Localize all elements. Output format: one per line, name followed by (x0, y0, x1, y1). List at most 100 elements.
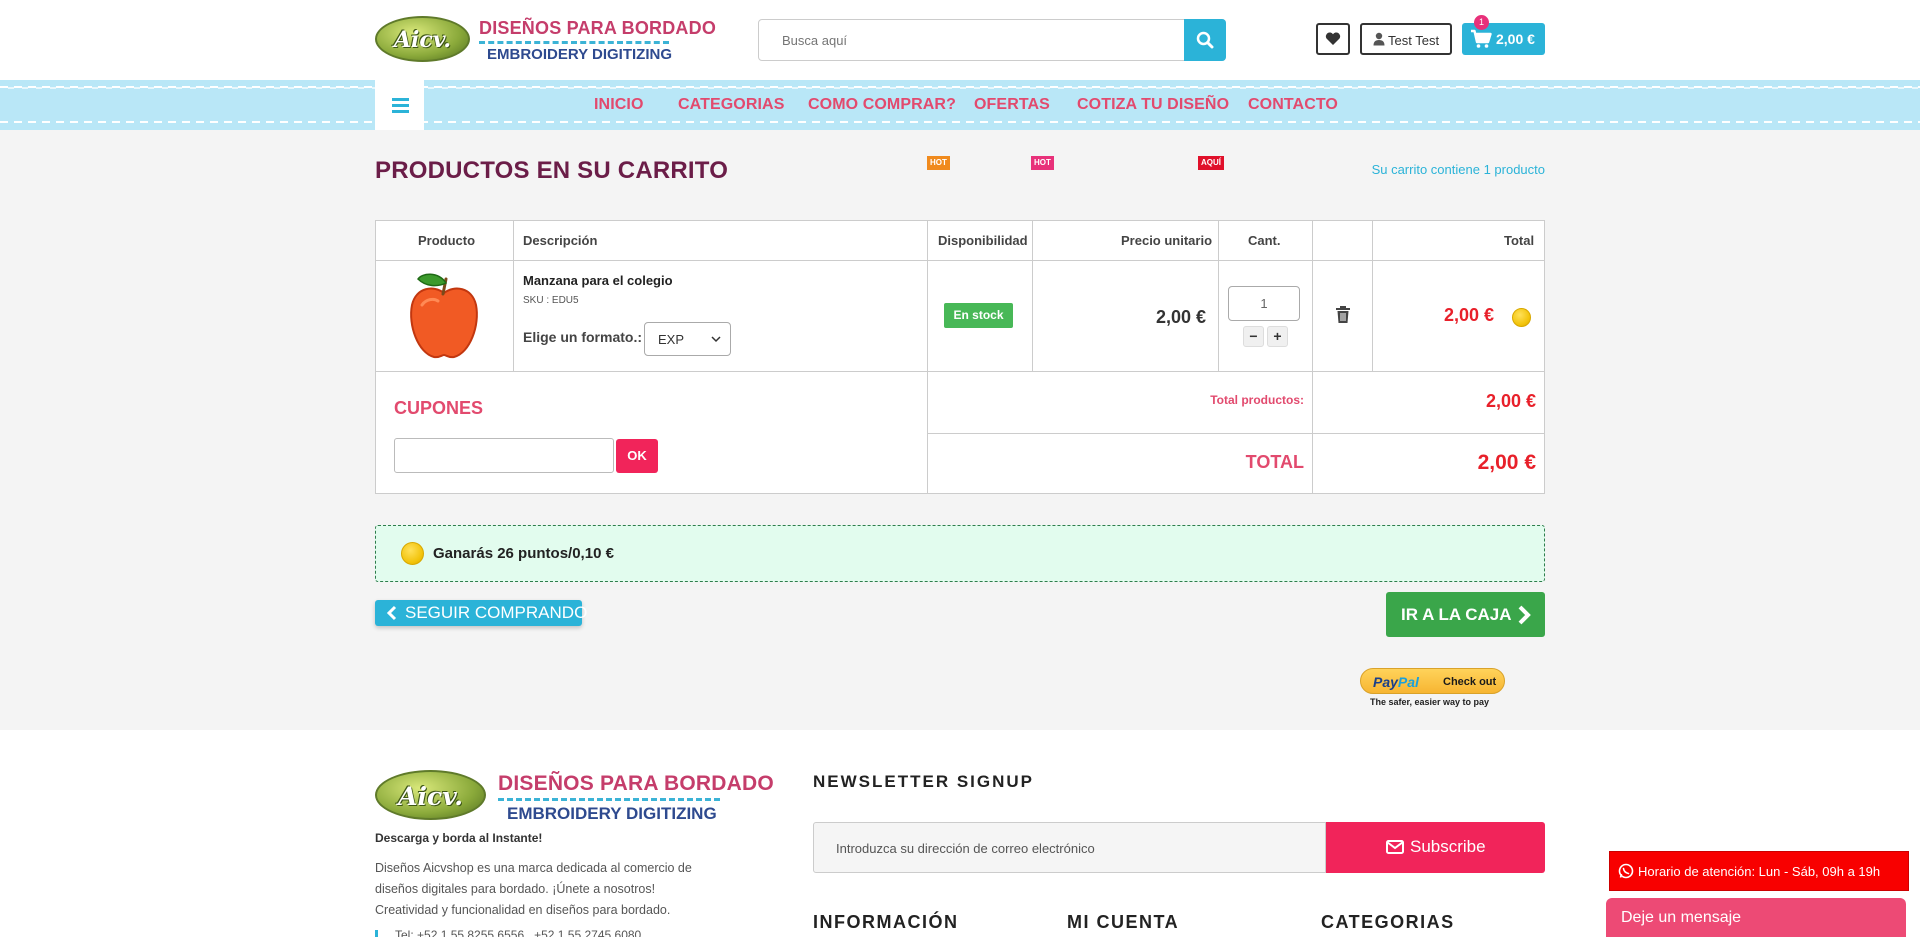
product-thumbnail[interactable] (406, 269, 482, 363)
site-header: Aicv. DISEÑOS PARA BORDADO EMBROIDERY DI… (0, 0, 1920, 80)
hot-badge: HOT (1031, 156, 1054, 170)
col-header-precio: Precio unitario (1121, 233, 1213, 248)
product-sku: SKU : EDU5 (523, 295, 579, 306)
total-label: TOTAL (1245, 452, 1304, 472)
col-header-descripcion: Descripción (523, 233, 598, 248)
format-select-value: EXP (658, 332, 685, 347)
col-header-cantidad: Cant. (1248, 233, 1281, 248)
logo-subtitle: EMBROIDERY DIGITIZING (487, 46, 673, 63)
format-select[interactable]: EXP (644, 322, 731, 356)
points-text: Ganarás 26 puntos/0,10 € (433, 545, 614, 562)
hamburger-icon (392, 98, 409, 101)
nav-item-cotiza[interactable]: COTIZA TU DISEÑO (1077, 96, 1229, 114)
logo-divider (479, 41, 669, 44)
nav-item-ofertas[interactable]: OFERTAS (974, 96, 1050, 114)
table-divider (1218, 221, 1219, 371)
cart-icon (1471, 29, 1492, 48)
hamburger-icon-bar (392, 110, 409, 113)
subscribe-button[interactable]: Subscribe (1326, 822, 1545, 873)
page-title: PRODUCTOS EN SU CARRITO (375, 157, 729, 184)
hot-badge: HOT (927, 156, 950, 170)
footer-logo-badge: Aicv. (375, 770, 486, 820)
account-label: Test Test (1388, 33, 1440, 48)
stock-badge: En stock (944, 303, 1013, 328)
cart-summary-text: Su carrito contiene 1 producto (1371, 162, 1545, 177)
footer-col-categorias: CATEGORIAS (1321, 912, 1455, 932)
nav-item-categorias[interactable]: CATEGORIAS (678, 96, 784, 114)
total-products-value: 2,00 € (1485, 391, 1536, 411)
footer-logo-subtitle: EMBROIDERY DIGITIZING (507, 804, 717, 823)
hours-text: Horario de atención: Lun - Sáb, 09h a 19… (1638, 864, 1881, 879)
total-products-label: Total productos: (1210, 393, 1304, 407)
search-button[interactable] (1184, 19, 1226, 61)
coupons-title: CUPONES (394, 398, 484, 418)
paypal-checkout-button[interactable]: PayPal Check out (1360, 668, 1505, 694)
footer-logo-title: DISEÑOS PARA BORDADO (498, 772, 774, 795)
product-name[interactable]: Manzana para el colegio (523, 273, 673, 288)
phone-marker (375, 930, 378, 937)
table-divider (376, 371, 1544, 372)
whatsapp-icon (1618, 863, 1634, 879)
quantity-input[interactable]: 1 (1228, 286, 1300, 321)
table-divider (1312, 221, 1313, 493)
table-divider (376, 260, 1544, 261)
checkout-label: IR A LA CAJA (1401, 605, 1512, 624)
envelope-icon (1386, 840, 1404, 854)
table-divider (927, 221, 928, 493)
footer-tagline: Descarga y borda al Instante! (375, 831, 543, 845)
table-divider (927, 433, 1544, 434)
chevron-down-icon (711, 336, 721, 343)
nav-item-inicio[interactable]: INICIO (594, 96, 644, 114)
wishlist-button[interactable] (1316, 23, 1350, 55)
main-nav: INICIO CATEGORIAS COMO COMPRAR? HOT OFER… (0, 80, 1920, 170)
quantity-increase-button[interactable]: + (1267, 326, 1288, 347)
continue-shopping-button[interactable]: SEGUIR COMPRANDO (375, 600, 587, 626)
paypal-logo-pay: Pay (1373, 674, 1398, 690)
unit-price: 2,00 € (1155, 307, 1206, 327)
quantity-decrease-button[interactable]: − (1243, 326, 1264, 347)
logo-badge: Aicv. (375, 16, 470, 62)
cart-count-badge: 1 (1474, 15, 1489, 30)
subscribe-label: Subscribe (1410, 837, 1486, 856)
trash-icon[interactable] (1336, 306, 1350, 323)
paypal-logo-pal: Pal (1397, 674, 1419, 690)
footer-logo-divider (498, 798, 720, 801)
checkout-button[interactable]: IR A LA CAJA (1386, 592, 1545, 637)
menu-toggle-button[interactable] (375, 80, 424, 130)
footer-description: Diseños Aicvshop es una marca dedicada a… (375, 861, 692, 917)
search-bar (758, 19, 1226, 61)
nav-item-contacto[interactable]: CONTACTO (1248, 96, 1338, 114)
format-label: Elige un formato.: (523, 329, 642, 345)
table-divider (1372, 221, 1373, 371)
coupon-input[interactable] (394, 438, 614, 473)
search-input[interactable] (760, 20, 1180, 60)
footer-phone: Tel: +52 1 55 8255 6556 , +52 1 55 2745 … (395, 928, 642, 937)
paypal-checkout-label: Check out (1443, 676, 1497, 688)
search-icon (1196, 31, 1214, 49)
paypal-tagline: The safer, easier way to pay (1370, 697, 1490, 707)
loyalty-points-notice: Ganarás 26 puntos/0,10 € (375, 525, 1545, 582)
table-divider (1032, 221, 1033, 371)
footer-logo-badge-text: Aicv. (398, 782, 463, 811)
nav-item-como-comprar[interactable]: COMO COMPRAR? (808, 96, 956, 114)
leave-message-widget[interactable]: Deje un mensaje (1606, 898, 1906, 937)
hamburger-icon-bar (392, 104, 409, 107)
footer-logo[interactable]: Aicv. DISEÑOS PARA BORDADO EMBROIDERY DI… (375, 768, 774, 824)
account-button[interactable]: Test Test (1360, 23, 1452, 55)
points-coin-icon (1512, 308, 1531, 327)
cart-amount: 2,00 € (1496, 31, 1535, 47)
site-logo[interactable]: Aicv. DISEÑOS PARA BORDADO EMBROIDERY DI… (375, 14, 716, 66)
logo-title: DISEÑOS PARA BORDADO (479, 18, 717, 38)
col-header-total: Total (1504, 233, 1535, 248)
newsletter-email-input[interactable]: Introduzca su dirección de correo electr… (813, 822, 1326, 873)
aqui-badge: AQUÍ (1198, 156, 1224, 170)
footer-col-informacion: INFORMACIÓN (813, 912, 959, 932)
whatsapp-hours-widget[interactable]: Horario de atención: Lun - Sáb, 09h a 19… (1609, 851, 1909, 891)
table-divider (513, 221, 514, 371)
total-value: 2,00 € (1477, 451, 1536, 474)
points-coin-icon (401, 542, 424, 565)
heart-icon (1325, 32, 1341, 45)
coupon-apply-button[interactable]: OK (616, 439, 658, 473)
cart-button[interactable]: 2,00 € (1462, 23, 1545, 55)
newsletter-placeholder: Introduzca su dirección de correo electr… (836, 841, 1095, 856)
